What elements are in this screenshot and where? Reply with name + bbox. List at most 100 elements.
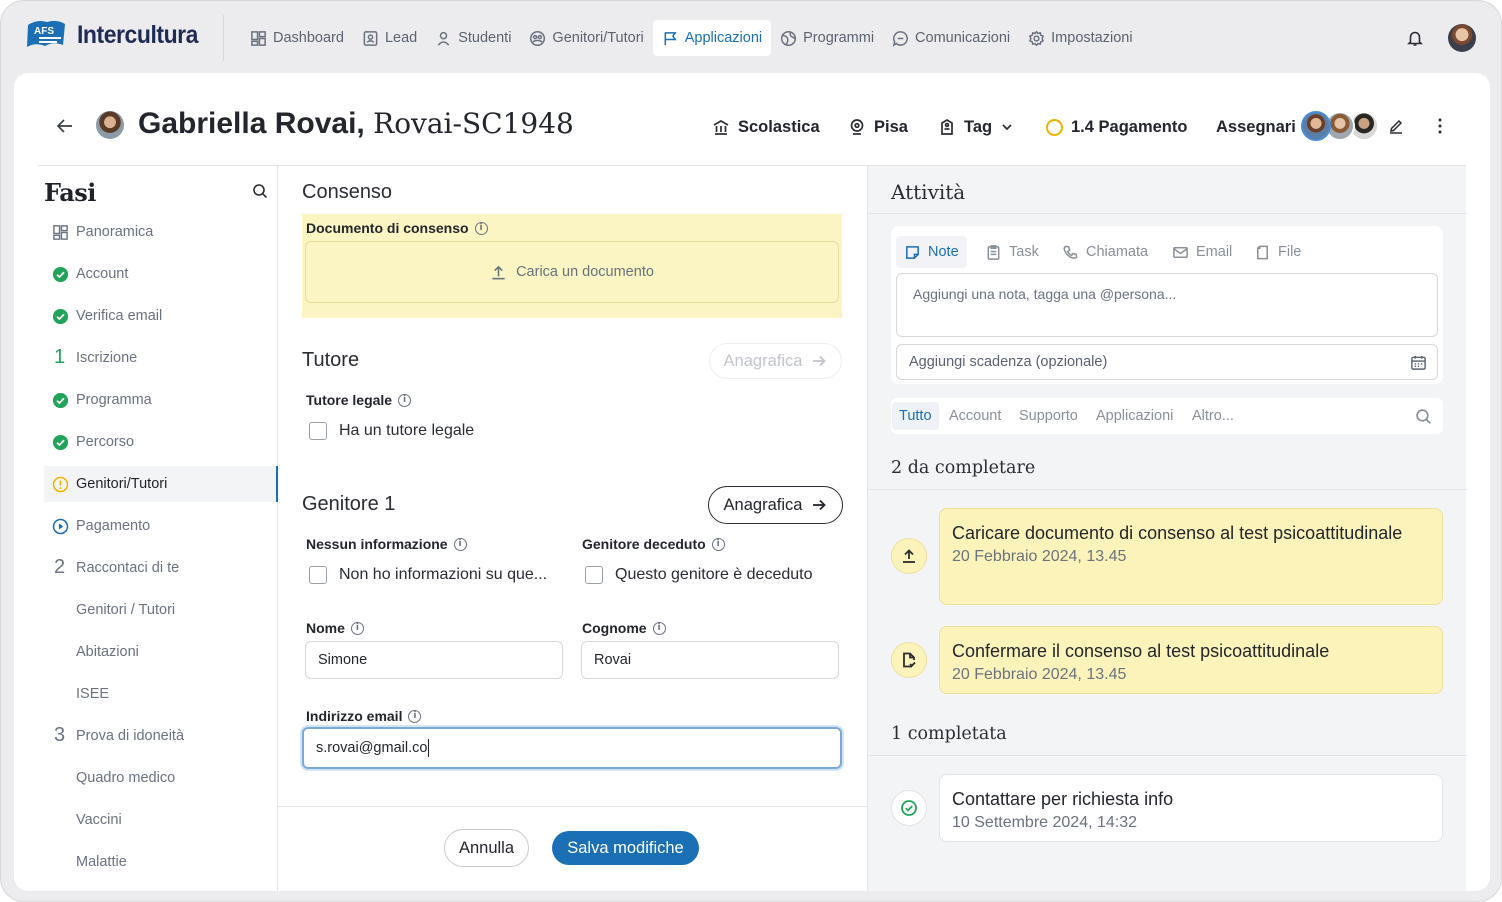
check-circle-icon xyxy=(52,266,69,283)
app-name: Intercultura xyxy=(77,20,199,49)
sidebar-item-label: Vaccini xyxy=(76,812,122,828)
step-number: 1 xyxy=(54,346,66,368)
nav-genitori-tutori[interactable]: Genitori/Tutori xyxy=(520,20,652,56)
sidebar-item[interactable]: 3 Prova di idoneità xyxy=(44,718,278,754)
sidebar-item[interactable]: Percorso xyxy=(44,424,278,460)
sidebar-item[interactable]: Pagamento xyxy=(44,508,278,544)
has-legal-tutor-checkbox[interactable]: Ha un tutore legale xyxy=(309,422,474,440)
chat-icon xyxy=(892,30,908,47)
arrow-right-icon xyxy=(813,499,827,511)
nav-lead[interactable]: Lead xyxy=(353,20,426,56)
nav-comunicazioni[interactable]: Comunicazioni xyxy=(883,20,1019,56)
nav-programmi[interactable]: Programmi xyxy=(771,20,883,56)
more-vertical-icon[interactable] xyxy=(1437,117,1443,135)
task-card[interactable]: Caricare documento di consenso al test p… xyxy=(939,508,1443,605)
nav-studenti[interactable]: Studenti xyxy=(426,20,520,56)
header-divider xyxy=(223,15,224,61)
form-footer: Annulla Salva modifiche xyxy=(278,806,867,891)
sidebar-item[interactable]: Abitazioni xyxy=(44,634,278,670)
tab-email-label: Email xyxy=(1196,244,1233,260)
info-icon: i xyxy=(453,537,467,551)
save-button[interactable]: Salva modifiche xyxy=(552,831,699,865)
users-circle-icon xyxy=(530,30,546,46)
nav-dashboard[interactable]: Dashboard xyxy=(241,20,353,56)
parent-anagrafica-button[interactable]: Anagrafica xyxy=(708,486,843,524)
cancel-button[interactable]: Annulla xyxy=(444,829,529,867)
filter-tab-account[interactable]: Account xyxy=(942,402,1008,430)
tab-chiamata[interactable]: Chiamata xyxy=(1054,236,1156,268)
sidebar-item[interactable]: Vaccini xyxy=(44,802,278,838)
task-card[interactable]: Contattare per richiesta info 10 Settemb… xyxy=(939,774,1443,842)
application-code: Rovai-SC1948 xyxy=(373,107,574,140)
flag-icon xyxy=(664,31,677,45)
app-logo[interactable]: AFS Intercultura xyxy=(25,19,209,51)
email-field[interactable]: s.rovai@gmail.co xyxy=(302,727,842,769)
current-user-avatar[interactable] xyxy=(1448,24,1476,52)
nav-applicazioni[interactable]: Applicazioni xyxy=(652,20,772,56)
activity-divider xyxy=(868,213,1467,214)
sidebar-item-label: Genitori/Tutori xyxy=(76,476,168,492)
bell-icon[interactable] xyxy=(1406,29,1424,47)
deadline-input[interactable]: Aggiungi scadenza (opzionale) xyxy=(896,344,1438,380)
first-name-label-text: Nome xyxy=(306,620,345,636)
no-info-label: Nessun informazione i xyxy=(306,536,467,552)
tab-file[interactable]: File xyxy=(1246,236,1309,268)
filter-tab-supporto[interactable]: Supporto xyxy=(1012,402,1085,430)
text-caret xyxy=(428,739,430,757)
sidebar-item[interactable]: Quadro medico xyxy=(44,760,278,796)
checkbox-box[interactable] xyxy=(309,422,327,440)
status-circle-icon xyxy=(1046,118,1063,136)
location[interactable]: Pisa xyxy=(848,115,908,139)
sidebar-item[interactable]: Malattie xyxy=(44,844,278,880)
payment-status-label: 1.4 Pagamento xyxy=(1071,117,1188,136)
sidebar-item[interactable]: Account xyxy=(44,256,278,292)
tab-note[interactable]: Note xyxy=(896,236,967,268)
nav-label: Impostazioni xyxy=(1051,30,1133,46)
check-circle-icon xyxy=(52,308,69,325)
filter-tab-applicazioni[interactable]: Applicazioni xyxy=(1089,402,1180,430)
sidebar-item[interactable]: Genitori/Tutori xyxy=(44,466,278,502)
task-icon-badge xyxy=(891,790,927,826)
checkbox-box[interactable] xyxy=(309,566,327,584)
first-name-field[interactable]: Simone xyxy=(305,641,563,679)
consent-section-title: Consenso xyxy=(302,181,393,203)
search-icon[interactable] xyxy=(1415,408,1432,425)
sidebar-item[interactable]: Programma xyxy=(44,382,278,418)
nav-impostazioni[interactable]: Impostazioni xyxy=(1019,20,1141,56)
sidebar-item[interactable]: 1 Iscrizione xyxy=(44,340,278,376)
tab-task[interactable]: Task xyxy=(977,236,1047,268)
user-icon xyxy=(437,31,450,46)
no-info-checkbox[interactable]: Non ho informazioni su que... xyxy=(309,566,547,584)
assignee-avatar-1[interactable] xyxy=(1301,111,1331,141)
back-arrow-icon[interactable] xyxy=(56,118,74,134)
tutor-anagrafica-button[interactable]: Anagrafica xyxy=(709,343,842,379)
school-type[interactable]: Scolastica xyxy=(712,115,820,139)
task-card[interactable]: Confermare il consenso al test psicoatti… xyxy=(939,626,1443,694)
tutor-section-title: Tutore xyxy=(302,349,360,371)
filter-tab-tutto[interactable]: Tutto xyxy=(892,402,939,430)
note-textarea[interactable]: Aggiungi una nota, tagga una @persona... xyxy=(896,273,1438,337)
school-icon xyxy=(713,120,729,135)
upload-document-dropzone[interactable]: Carica un documento xyxy=(305,241,839,303)
warning-circle-icon xyxy=(52,476,69,493)
tab-email[interactable]: Email xyxy=(1164,236,1240,268)
sidebar-item[interactable]: ISEE xyxy=(44,676,278,712)
sidebar-item[interactable]: Panoramica xyxy=(44,214,278,250)
info-icon: i xyxy=(350,621,364,635)
pencil-icon[interactable] xyxy=(1388,118,1404,134)
note-icon xyxy=(906,245,919,259)
sidebar-item[interactable]: Verifica email xyxy=(44,298,278,334)
filter-tab-altro[interactable]: Altro... xyxy=(1185,402,1241,430)
file-icon xyxy=(1257,245,1268,259)
sidebar-item[interactable]: 2 Raccontaci di te xyxy=(44,550,278,586)
tab-chiamata-label: Chiamata xyxy=(1086,244,1149,260)
sidebar-item[interactable]: Genitori / Tutori xyxy=(44,592,278,628)
checkbox-box[interactable] xyxy=(585,566,603,584)
payment-status[interactable]: 1.4 Pagamento xyxy=(1046,115,1187,139)
calendar-icon[interactable] xyxy=(1410,354,1427,371)
deceased-checkbox[interactable]: Questo genitore è deceduto xyxy=(585,566,812,584)
search-icon[interactable] xyxy=(252,183,268,199)
assignees-label: Assegnari xyxy=(1216,115,1296,139)
last-name-field[interactable]: Rovai xyxy=(581,641,839,679)
tag-dropdown[interactable]: Tag xyxy=(938,115,1016,139)
